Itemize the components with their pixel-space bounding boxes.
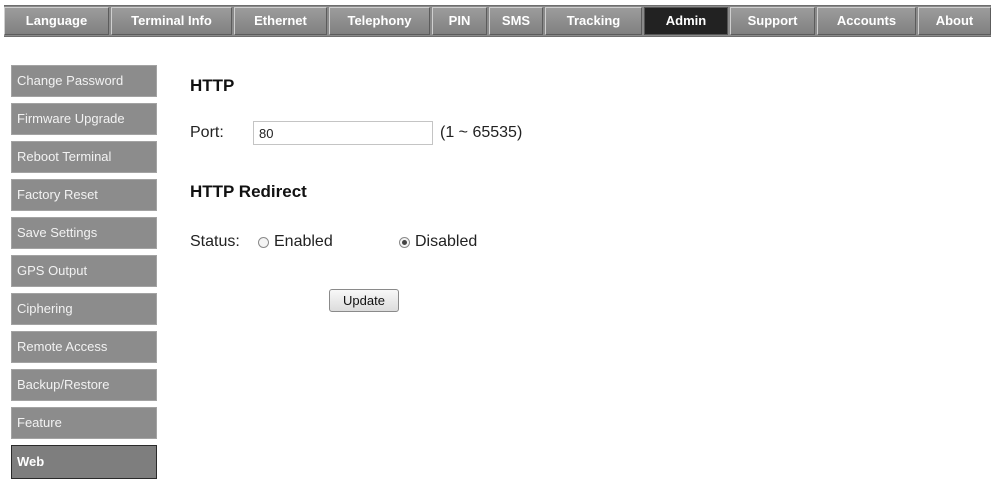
- http-redirect-heading: HTTP Redirect: [190, 182, 307, 201]
- tab-tracking[interactable]: Tracking: [545, 7, 642, 35]
- tab-terminal-info[interactable]: Terminal Info: [111, 7, 232, 35]
- tab-language[interactable]: Language: [4, 7, 109, 35]
- sidebar-item-change-password[interactable]: Change Password: [11, 65, 157, 97]
- port-input[interactable]: [253, 121, 433, 145]
- tab-support[interactable]: Support: [730, 7, 815, 35]
- disabled-label: Disabled: [415, 233, 478, 250]
- port-label: Port:: [190, 124, 224, 141]
- sidebar-item-feature[interactable]: Feature: [11, 407, 157, 439]
- radio-selected-dot: [402, 240, 407, 245]
- sidebar-item-remote-access[interactable]: Remote Access: [11, 331, 157, 363]
- tab-telephony[interactable]: Telephony: [329, 7, 430, 35]
- port-range-hint: (1 ~ 65535): [440, 124, 523, 141]
- tab-sms[interactable]: SMS: [489, 7, 543, 35]
- enabled-radio[interactable]: [258, 237, 269, 248]
- sidebar-item-ciphering[interactable]: Ciphering: [11, 293, 157, 325]
- sidebar-item-reboot-terminal[interactable]: Reboot Terminal: [11, 141, 157, 173]
- sidebar-item-firmware-upgrade[interactable]: Firmware Upgrade: [11, 103, 157, 135]
- tab-admin[interactable]: Admin: [644, 7, 728, 35]
- top-navigation: Language Terminal Info Ethernet Telephon…: [4, 5, 991, 37]
- tab-about[interactable]: About: [918, 7, 991, 35]
- sidebar-item-factory-reset[interactable]: Factory Reset: [11, 179, 157, 211]
- sidebar-item-save-settings[interactable]: Save Settings: [11, 217, 157, 249]
- disabled-radio[interactable]: [399, 237, 410, 248]
- tab-pin[interactable]: PIN: [432, 7, 487, 35]
- status-label: Status:: [190, 233, 240, 250]
- sidebar-item-backup-restore[interactable]: Backup/Restore: [11, 369, 157, 401]
- enabled-label: Enabled: [274, 233, 333, 250]
- http-heading: HTTP: [190, 76, 235, 95]
- tab-ethernet[interactable]: Ethernet: [234, 7, 327, 35]
- update-button[interactable]: Update: [329, 289, 399, 312]
- sidebar-item-web[interactable]: Web: [11, 445, 157, 479]
- tab-accounts[interactable]: Accounts: [817, 7, 916, 35]
- sidebar-item-gps-output[interactable]: GPS Output: [11, 255, 157, 287]
